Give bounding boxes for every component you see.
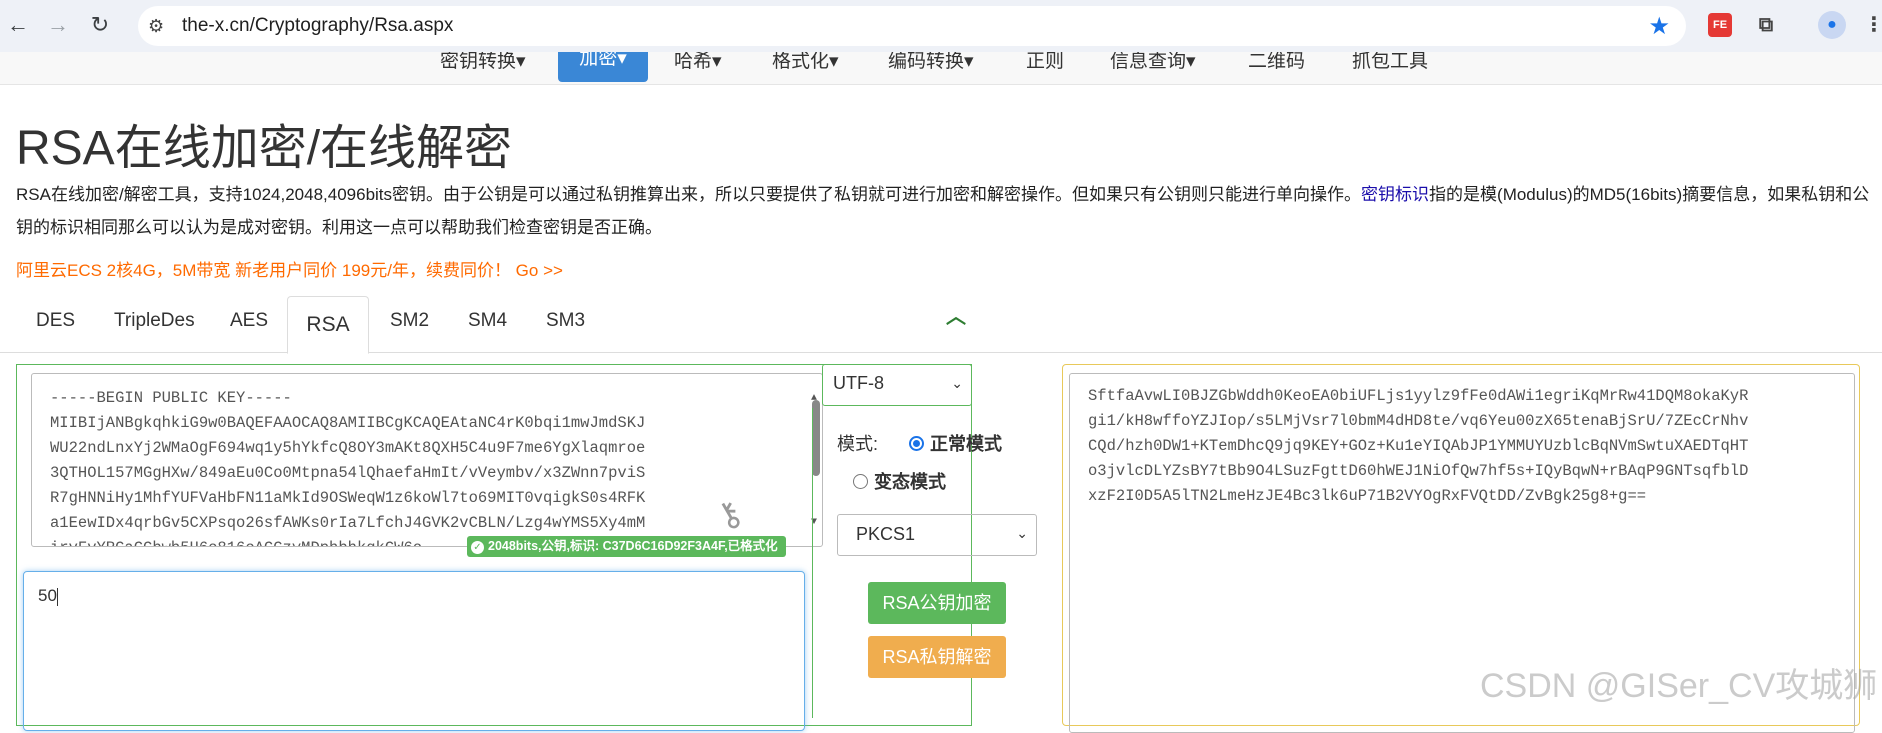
key-textarea[interactable]: -----BEGIN PUBLIC KEY----- MIIBIjANBgkqh…	[31, 373, 823, 547]
nav-item-info-query[interactable]: 信息查询▾	[1110, 52, 1196, 73]
nav-item-capture[interactable]: 抓包工具	[1352, 52, 1428, 73]
output-line: CQd/hzh0DW1+KTemDhcQ9jq9KEY+GOz+Ku1eYIQA…	[1088, 437, 1749, 455]
encoding-select[interactable]: UTF-8 ⌄	[822, 364, 972, 406]
padding-value: PKCS1	[856, 524, 916, 544]
radio-unchecked-icon	[853, 474, 868, 489]
radio-checked-icon	[909, 436, 924, 451]
forward-icon[interactable]: →	[44, 11, 72, 39]
nav-item-encrypt[interactable]: 加密▾	[558, 52, 648, 82]
tab-sm3[interactable]: SM3	[546, 310, 585, 332]
browser-toolbar: ← → ↻ ⚙ the-x.cn/Cryptography/Rsa.aspx ★…	[0, 0, 1882, 53]
output-line: gi1/kH8wffoYZJIop/s5LMjVsr7l0bmM4dHD8te/…	[1088, 412, 1749, 430]
nav-item-regex[interactable]: 正则	[1026, 52, 1064, 73]
key-line: 3QTHOL157MGgHXw/849aEu0Co0Mtpna54lQhaefa…	[50, 464, 646, 482]
padding-select[interactable]: PKCS1 ⌄	[837, 514, 1037, 556]
extension-fe-icon[interactable]: FE	[1708, 13, 1732, 37]
nav-item-key-convert[interactable]: 密钥转换▾	[440, 52, 526, 73]
profile-avatar-icon[interactable]: ●	[1818, 11, 1846, 39]
bookmark-star-icon[interactable]: ★	[1648, 12, 1670, 41]
key-line: WU22ndLnxYj2WMaOgF694wq1y5hYkfcQ8OY3mAKt…	[50, 439, 646, 457]
key-line: MIIBIjANBgkqhkiG9w0BAQEFAAOCAQ8AMIIBCgKC…	[50, 414, 646, 432]
mode-normal-label: 正常模式	[930, 434, 1002, 454]
text-cursor	[56, 587, 58, 606]
promo-link[interactable]: 阿里云ECS 2核4G，5M带宽 新老用户同价 199元/年，续费同价！ Go …	[16, 256, 563, 281]
browser-menu-icon[interactable]: ⋮	[1864, 13, 1882, 37]
extensions-puzzle-icon[interactable]: ⧉	[1754, 13, 1778, 37]
page-description: RSA在线加密/解密工具，支持1024,2048,4096bits密钥。由于公钥…	[16, 178, 1872, 244]
site-info-icon[interactable]: ⚙	[148, 16, 164, 37]
check-icon: ✓	[471, 541, 484, 554]
nav-item-qrcode[interactable]: 二维码	[1248, 52, 1305, 73]
output-line: o3jvlcDLYZsBY7tBb9O4LSuzFgttD60hWEJ1NiOf…	[1088, 462, 1749, 480]
watermark: CSDN @GISer_CV攻城狮	[1480, 667, 1878, 705]
nav-item-format[interactable]: 格式化▾	[772, 52, 839, 73]
nav-item-encrypt-label: 加密▾	[579, 52, 627, 69]
output-line: SftfaAvwLI0BJZGbWddh0KeoEA0biUFLjs1yylz9…	[1088, 387, 1749, 405]
url-text[interactable]: the-x.cn/Cryptography/Rsa.aspx	[182, 15, 453, 37]
collapse-chevron-icon[interactable]: ︿	[946, 300, 966, 329]
mode-normal-radio[interactable]: 正常模式	[909, 430, 1002, 456]
output-line: xzF2I0D5A5lTN2LmeHzJE4Bc3lk6uP71B2VYOgRx…	[1088, 487, 1647, 505]
tab-des[interactable]: DES	[36, 310, 75, 332]
mode-variant-label: 变态模式	[874, 472, 946, 492]
tab-rsa[interactable]: RSA	[287, 296, 369, 354]
key-line: a1EewIDx4qrbGv5CXPsqo26sfAWKs0rIa7LfchJ4…	[50, 514, 646, 532]
key-id-link[interactable]: 密钥标识	[1361, 185, 1429, 204]
encoding-value: UTF-8	[833, 373, 884, 393]
plaintext-value: 50	[38, 586, 57, 605]
description-text: RSA在线加密/解密工具，支持1024,2048,4096bits密钥。由于公钥…	[16, 185, 1362, 204]
tab-aes[interactable]: AES	[230, 310, 268, 332]
key-status-text: 2048bits,公钥,标识: C37D6C16D92F3A4F,已格式化	[488, 539, 778, 553]
back-icon[interactable]: ←	[4, 11, 32, 39]
nav-item-hash[interactable]: 哈希▾	[674, 52, 722, 73]
mode-label: 模式:	[837, 434, 879, 454]
tab-sm2[interactable]: SM2	[390, 310, 429, 332]
decrypt-button[interactable]: RSA私钥解密	[868, 636, 1006, 678]
page-title: RSA在线加密/在线解密	[16, 122, 513, 175]
mode-variant-radio[interactable]: 变态模式	[853, 468, 946, 494]
site-nav: 密钥转换▾ 加密▾ 哈希▾ 格式化▾ 编码转换▾ 正则 信息查询▾ 二维码 抓包…	[0, 52, 1882, 85]
tab-tripledes[interactable]: TripleDes	[114, 310, 195, 332]
chevron-down-icon: ⌄	[1016, 525, 1028, 541]
plaintext-input[interactable]: 50	[23, 571, 805, 731]
address-bar[interactable]: ⚙ the-x.cn/Cryptography/Rsa.aspx ★	[138, 6, 1686, 46]
key-status-badge: ✓ 2048bits,公钥,标识: C37D6C16D92F3A4F,已格式化	[467, 536, 786, 557]
algorithm-tabs: DES TripleDes AES RSA SM2 SM4 SM3	[0, 296, 1882, 354]
key-line: -----BEGIN PUBLIC KEY-----	[50, 389, 292, 407]
tab-sm4[interactable]: SM4	[468, 310, 507, 332]
reload-icon[interactable]: ↻	[86, 11, 114, 39]
chevron-down-icon: ⌄	[951, 375, 963, 391]
key-line: R7gHNNiHy1MhfYUFVaHbFN11aMkId9OSWeqW1z6k…	[50, 489, 646, 507]
controls-panel: 模式: 正常模式 变态模式 PKCS1 ⌄ RSA公钥加密 RSA私钥解密	[812, 408, 1063, 718]
nav-item-encoding[interactable]: 编码转换▾	[888, 52, 974, 73]
encrypt-button[interactable]: RSA公钥加密	[868, 582, 1006, 624]
